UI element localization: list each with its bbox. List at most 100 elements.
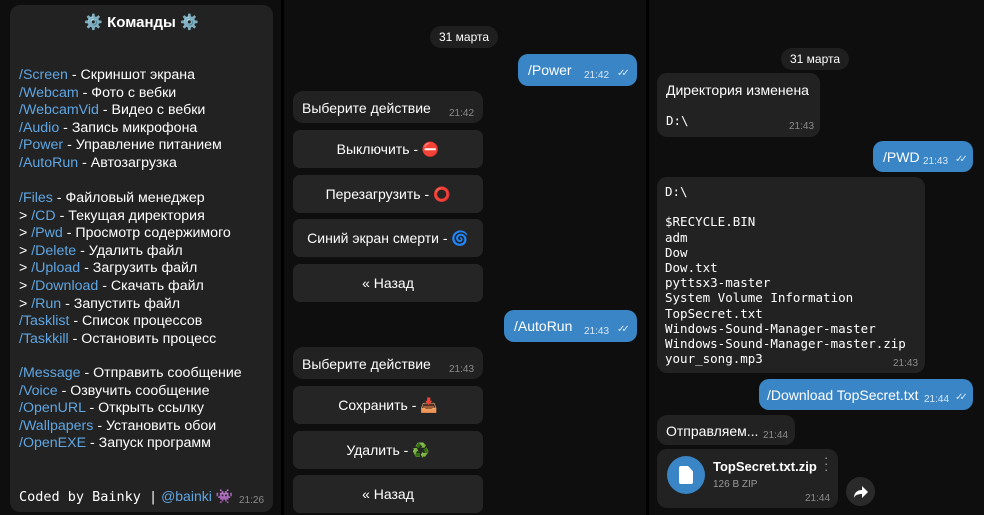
signature: Coded by Bainky | @bainki 👾 <box>19 488 233 505</box>
power-command-message: /Power 21:42 ✓✓ <box>518 54 637 86</box>
directory-changed-message: Директория изменена D:\ 21:43 <box>657 73 820 137</box>
command-item: /Webcam - Фото с вебки <box>19 85 176 103</box>
command-link[interactable]: /Run <box>31 296 61 312</box>
command-link[interactable]: /Audio <box>19 120 59 136</box>
command-item: > /Download - Скачать файл <box>19 278 204 296</box>
listing-line: TopSecret.txt <box>665 305 763 321</box>
command-description: - Загрузить файл <box>80 260 198 277</box>
sending-message: Отправляем... 21:44 <box>657 415 795 445</box>
alien-monster-icon: 👾 <box>215 488 234 504</box>
command-item: /Audio - Запись микрофона <box>19 120 197 138</box>
command-link[interactable]: /Taskkill <box>19 331 69 347</box>
listing-line: adm <box>665 229 688 245</box>
command-description: - Управление питанием <box>63 137 222 154</box>
listing-line: D:\ <box>665 184 688 199</box>
command-link[interactable]: /CD <box>31 208 55 224</box>
author-link[interactable]: @bainki <box>161 488 212 504</box>
date-badge: 31 марта <box>430 26 499 48</box>
file-message[interactable]: TopSecret.txt.zip 126 B ZIP · · · 21:44 <box>657 449 838 508</box>
message-time: 21:43 <box>893 358 919 369</box>
command-link[interactable]: /Tasklist <box>19 313 69 329</box>
command-item: /Voice - Озвучить сообщение <box>19 383 210 401</box>
back-button[interactable]: « Назад <box>293 264 483 302</box>
command-description: - Озвучить сообщение <box>57 382 210 399</box>
command-item: > /Pwd - Просмотр содержимого <box>19 225 231 243</box>
forward-button[interactable] <box>846 477 875 506</box>
listing-text: D:\ $RECYCLE.BIN adm Dow Dow.txt pyttsx3-mast… <box>665 184 906 366</box>
listing-line: pyttsx3-master <box>665 275 771 291</box>
directory-listing-message: D:\ $RECYCLE.BIN adm Dow Dow.txt pyttsx3-mast… <box>657 177 925 373</box>
file-size: 126 B ZIP <box>713 479 758 490</box>
command-description: - Автозагрузка <box>78 155 177 171</box>
command-link[interactable]: /OpenEXE <box>19 435 86 451</box>
command-link[interactable]: /Wallpapers <box>19 418 93 434</box>
double-check-icon: ✓✓ <box>617 68 630 79</box>
command-link[interactable]: /Delete <box>31 243 76 259</box>
listing-line: Dow.txt <box>665 259 718 275</box>
command-link[interactable]: /Webcam <box>19 85 79 101</box>
message-time: 21:43 <box>789 121 815 132</box>
message-text: /Power <box>528 62 572 78</box>
command-item: /OpenEXE - Запуск программ <box>19 435 211 453</box>
command-description: - Остановить процесс <box>68 330 217 347</box>
restart-button[interactable]: Перезагрузить - ⭕ <box>293 175 483 213</box>
file-name[interactable]: TopSecret.txt.zip <box>713 459 817 474</box>
command-item: /Screen - Скриншот экрана <box>19 67 195 85</box>
delete-button[interactable]: Удалить - ♻️ <box>293 431 483 469</box>
listing-line: Dow <box>665 244 688 260</box>
command-description: - Просмотр содержимого <box>62 225 231 242</box>
command-description: - Удалить файл <box>76 242 183 259</box>
command-link[interactable]: /Message <box>19 365 81 381</box>
command-description: - Установить обои <box>93 417 217 434</box>
command-item: /Tasklist - Список процессов <box>19 313 202 331</box>
file-icon[interactable] <box>667 456 705 494</box>
command-indent: > <box>19 225 32 242</box>
shutdown-button[interactable]: Выключить - ⛔ <box>293 130 483 168</box>
command-link[interactable]: /Pwd <box>31 225 63 241</box>
command-link[interactable]: /Power <box>19 137 63 153</box>
double-check-icon: ✓✓ <box>955 154 968 165</box>
command-indent: > <box>19 295 32 312</box>
forward-icon <box>853 485 868 498</box>
bsod-button[interactable]: Синий экран смерти - 🌀 <box>293 219 483 257</box>
command-item: /WebcamVid - Видео с вебки <box>19 102 205 120</box>
command-link[interactable]: /AutoRun <box>19 155 78 171</box>
command-link[interactable]: /OpenURL <box>19 400 86 416</box>
message-time: 21:42 <box>449 108 475 119</box>
message-text: /PWD <box>883 149 920 165</box>
command-item: > /Delete - Удалить файл <box>19 243 183 261</box>
message-time: 21:26 <box>239 495 265 506</box>
command-indent: > <box>19 278 32 294</box>
message-text: Выберите действие <box>302 356 431 372</box>
message-time: 21:44 <box>763 430 789 441</box>
message-text: Выберите действие <box>302 100 431 116</box>
command-link[interactable]: /WebcamVid <box>19 102 99 118</box>
command-link[interactable]: /Upload <box>31 260 80 276</box>
save-button[interactable]: Сохранить - 📥 <box>293 386 483 424</box>
command-item: /Message - Отправить сообщение <box>19 365 242 383</box>
command-indent: > <box>19 260 32 277</box>
message-time: 21:43 <box>449 364 475 375</box>
choose-action-message: Выберите действие 21:42 <box>293 91 483 123</box>
date-badge: 31 марта <box>781 48 850 70</box>
listing-line: $RECYCLE.BIN <box>665 214 756 230</box>
command-description: - Фото с вебки <box>78 84 177 101</box>
command-description: - Скачать файл <box>98 278 204 294</box>
command-description: - Запись микрофона <box>59 119 198 136</box>
command-description: - Файловый менеджер <box>52 190 205 206</box>
message-text: Отправляем... <box>666 423 759 439</box>
command-description: - Скриншот экрана <box>67 67 195 83</box>
command-item: /Taskkill - Остановить процесс <box>19 331 216 349</box>
download-command-message: /Download TopSecret.txt 21:44 ✓✓ <box>759 379 973 410</box>
message-text: Директория изменена <box>666 82 809 98</box>
more-options-icon[interactable]: · · · <box>824 451 828 476</box>
command-link[interactable]: /Download <box>31 278 98 294</box>
listing-line: Windows-Sound-Manager-master <box>665 320 876 336</box>
command-description: - Запустить файл <box>61 295 181 312</box>
command-link[interactable]: /Screen <box>19 67 68 83</box>
command-link[interactable]: /Files <box>19 190 53 206</box>
back-button[interactable]: « Назад <box>293 475 483 513</box>
command-link[interactable]: /Voice <box>19 383 58 399</box>
message-time: 21:44 <box>805 493 831 504</box>
listing-line: System Volume Information <box>665 290 854 306</box>
